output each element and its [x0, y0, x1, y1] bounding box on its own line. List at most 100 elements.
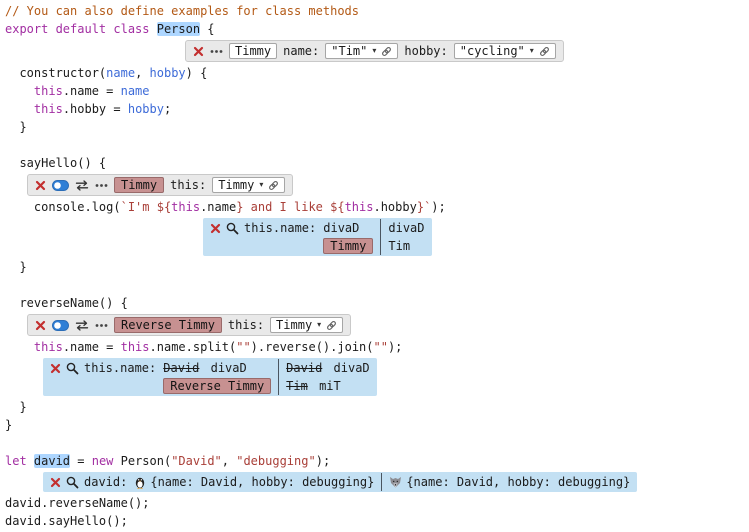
example-chip[interactable]: Timmy: [323, 238, 373, 254]
probe-expression-label: this.name:: [244, 221, 316, 235]
caret-down-icon: ▾: [317, 318, 321, 332]
toggle-icon[interactable]: [52, 180, 69, 191]
code-line[interactable]: [5, 276, 745, 294]
highlighted-token: david: [34, 454, 70, 468]
toggle-icon[interactable]: [52, 320, 69, 331]
probe-widget: this.name:David divaDDavid divaDReverse …: [43, 358, 377, 396]
probe-value-token: {name: David, hobby: debugging}: [406, 475, 630, 489]
example-reference-row: Timmythis:Timmy▾: [27, 174, 745, 196]
probe-header: this.name:: [50, 361, 156, 375]
code-token: name: [106, 66, 135, 80]
probe-header: david:: [50, 475, 127, 489]
close-icon[interactable]: [210, 223, 221, 234]
close-icon[interactable]: [50, 363, 61, 374]
code-line[interactable]: }: [5, 118, 745, 136]
close-icon[interactable]: [50, 477, 61, 488]
magnifier-icon[interactable]: [226, 222, 239, 235]
code-line[interactable]: [5, 136, 745, 154]
code-token: =: [70, 454, 92, 468]
example-chip[interactable]: Reverse Timmy: [163, 378, 271, 394]
more-icon[interactable]: [95, 183, 108, 188]
dropdown-value: "Tim": [331, 44, 367, 58]
code-token: [5, 84, 34, 98]
example-reference-widget: Timmythis:Timmy▾: [27, 174, 293, 196]
code-token: this: [171, 200, 200, 214]
code-line[interactable]: constructor(name, hobby) {: [5, 64, 745, 82]
code-line[interactable]: sayHello() {: [5, 154, 745, 172]
probe-value-token: David: [286, 361, 322, 375]
value-dropdown[interactable]: "cycling" ▾: [454, 43, 556, 59]
probe-header: this.name:: [210, 221, 316, 235]
code-line[interactable]: }: [5, 258, 745, 276]
more-icon[interactable]: [95, 323, 108, 328]
code-line[interactable]: [5, 434, 745, 452]
probe-value-token: divaD: [323, 221, 359, 235]
caret-down-icon: ▾: [530, 44, 534, 58]
code-token: new: [92, 454, 114, 468]
param-label: name:: [283, 44, 319, 59]
code-line[interactable]: this.hobby = hobby;: [5, 100, 745, 118]
more-icon[interactable]: [210, 49, 223, 54]
code-token: );: [316, 454, 330, 468]
probe-widget: david:{name: David, hobby: debugging}{na…: [43, 472, 637, 492]
example-chip[interactable]: Reverse Timmy: [114, 317, 222, 333]
example-chip[interactable]: Timmy: [114, 177, 164, 193]
code-token: [5, 138, 12, 152]
code-token: this: [34, 102, 63, 116]
swap-icon[interactable]: [75, 180, 89, 191]
penguin-icon: [134, 476, 146, 489]
value-dropdown[interactable]: Timmy▾: [212, 177, 285, 193]
code-line[interactable]: reverseName() {: [5, 294, 745, 312]
code-token: console.log(: [5, 200, 121, 214]
probe-row: david:{name: David, hobby: debugging}{na…: [43, 472, 745, 492]
code-token: "David": [171, 454, 222, 468]
example-reference-row: Reverse Timmythis:Timmy▾: [27, 314, 745, 336]
link-icon[interactable]: [539, 46, 550, 57]
code-line[interactable]: david.sayHello();: [5, 512, 745, 530]
code-line[interactable]: export default class Person {: [5, 20, 745, 38]
code-line[interactable]: david.reverseName();: [5, 494, 745, 512]
close-icon[interactable]: [193, 46, 204, 57]
link-icon[interactable]: [326, 320, 337, 331]
code-token: david.reverseName();: [5, 496, 150, 510]
code-line[interactable]: // You can also define examples for clas…: [5, 2, 745, 20]
swap-icon[interactable]: [75, 320, 89, 331]
dropdown-value: "cycling": [460, 44, 525, 58]
code-token: [5, 278, 12, 292]
value-dropdown[interactable]: "Tim" ▾: [325, 43, 398, 59]
code-token: hobby: [150, 66, 186, 80]
code-line[interactable]: console.log(`I'm ${this.name} and I like…: [5, 198, 745, 216]
probe-example-cell: Timmy: [323, 238, 373, 254]
code-editor[interactable]: // You can also define examples for clas…: [0, 0, 749, 532]
code-token: {: [200, 22, 214, 36]
probe-value-token: Tim: [388, 239, 410, 253]
code-token: .name =: [63, 340, 121, 354]
code-token: let: [5, 454, 34, 468]
code-token: constructor(: [5, 66, 106, 80]
code-line[interactable]: }: [5, 398, 745, 416]
link-icon[interactable]: [381, 46, 392, 57]
code-token: "": [374, 340, 388, 354]
dropdown-value: Timmy: [218, 178, 254, 192]
caret-down-icon: ▾: [372, 44, 376, 58]
code-token: ;: [164, 102, 171, 116]
magnifier-icon[interactable]: [66, 476, 79, 489]
code-token: }`: [417, 200, 431, 214]
probe-divider: [381, 473, 382, 491]
magnifier-icon[interactable]: [66, 362, 79, 375]
code-line[interactable]: this.name = name: [5, 82, 745, 100]
code-line[interactable]: this.name = this.name.split("").reverse(…: [5, 338, 745, 356]
probe-divider: [380, 219, 381, 255]
code-line[interactable]: }: [5, 416, 745, 434]
code-line[interactable]: let david = new Person("David", "debuggi…: [5, 452, 745, 470]
link-icon[interactable]: [268, 180, 279, 191]
close-icon[interactable]: [35, 320, 46, 331]
probe-value-token: Tim: [286, 379, 308, 393]
code-token: this: [345, 200, 374, 214]
code-token: } and I like ${: [236, 200, 344, 214]
code-token: [5, 102, 34, 116]
value-dropdown[interactable]: Timmy▾: [270, 317, 343, 333]
example-name-input[interactable]: Timmy: [229, 43, 277, 59]
close-icon[interactable]: [35, 180, 46, 191]
probe-expression-label: this.name:: [84, 361, 156, 375]
